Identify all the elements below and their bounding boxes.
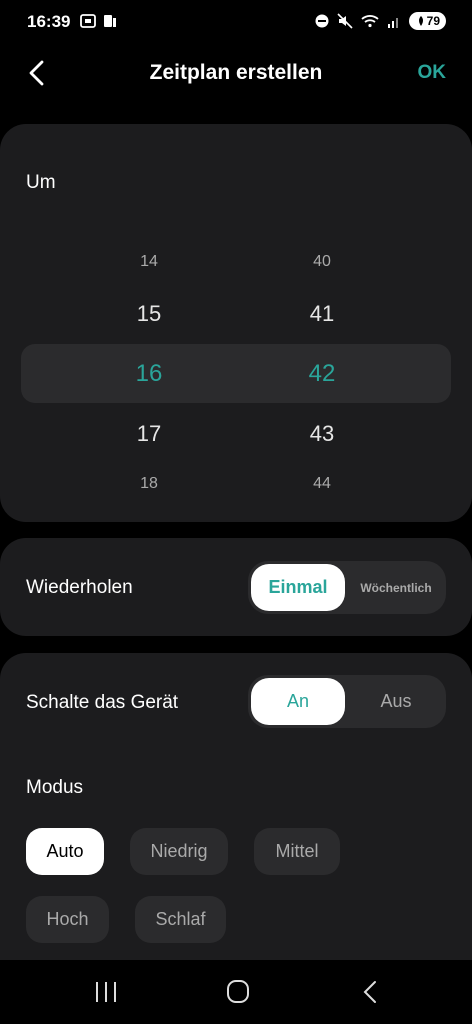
mode-label: Modus <box>26 777 84 798</box>
hour-option[interactable]: 18 <box>109 475 189 493</box>
mode-chip-auto[interactable]: Auto <box>26 828 104 875</box>
ok-button[interactable]: OK <box>418 62 447 84</box>
switch-on-option[interactable]: An <box>251 678 345 725</box>
hour-option[interactable]: 14 <box>109 253 189 271</box>
status-left-icons <box>80 13 118 29</box>
minute-option[interactable]: 43 <box>282 421 362 447</box>
repeat-once-option[interactable]: Einmal <box>251 564 345 611</box>
switch-off-option[interactable]: Aus <box>349 678 443 725</box>
minute-selected[interactable]: 42 <box>282 360 362 388</box>
repeat-card: Wiederholen Einmal Wöchentlich <box>0 538 472 636</box>
page-title: Zeitplan erstellen <box>149 61 323 84</box>
mode-chip-hoch[interactable]: Hoch <box>26 896 109 943</box>
battery-leaf-icon <box>418 16 423 26</box>
notification-icon <box>104 15 116 27</box>
repeat-toggle: Einmal Wöchentlich <box>248 561 446 614</box>
mode-chip-mittel[interactable]: Mittel <box>254 828 340 875</box>
hour-option[interactable]: 17 <box>109 421 189 447</box>
battery-indicator: 79 <box>408 12 446 30</box>
screen-capture-icon <box>80 14 96 28</box>
minute-option[interactable]: 40 <box>282 253 362 271</box>
status-time: 16:39 <box>27 12 71 31</box>
system-nav-bar <box>0 960 472 1024</box>
system-back-button[interactable] <box>350 978 390 1006</box>
home-button[interactable] <box>218 978 258 1006</box>
switch-toggle: An Aus <box>248 675 446 728</box>
mode-chip-schlaf[interactable]: Schlaf <box>135 896 226 943</box>
time-label: Um <box>26 172 56 193</box>
back-icon <box>363 981 376 1003</box>
hour-selected[interactable]: 16 <box>109 360 189 388</box>
minute-option[interactable]: 44 <box>282 475 362 493</box>
battery-level: 79 <box>426 14 440 28</box>
recent-apps-icon <box>96 982 116 1002</box>
time-card: Um 14 15 16 17 18 40 41 42 43 44 <box>0 124 472 522</box>
repeat-weekly-option[interactable]: Wöchentlich <box>349 564 443 611</box>
signal-icon <box>387 18 398 28</box>
home-icon <box>227 980 249 1003</box>
header: Zeitplan erstellen OK <box>0 46 472 102</box>
recent-apps-button[interactable] <box>86 978 126 1006</box>
device-settings-card: Schalte das Gerät An Aus Modus Auto Nied… <box>0 653 472 983</box>
status-bar: 16:39 79 <box>0 0 472 46</box>
wifi-icon <box>361 15 379 28</box>
dnd-icon <box>315 14 329 28</box>
mute-icon <box>337 13 353 29</box>
repeat-label: Wiederholen <box>26 577 133 598</box>
status-right-icons: 79 <box>315 12 446 30</box>
switch-device-label: Schalte das Gerät <box>26 692 179 713</box>
picker-selection-highlight <box>21 344 451 403</box>
mode-chip-niedrig[interactable]: Niedrig <box>130 828 228 875</box>
hour-option[interactable]: 15 <box>109 301 189 327</box>
minute-option[interactable]: 41 <box>282 301 362 327</box>
